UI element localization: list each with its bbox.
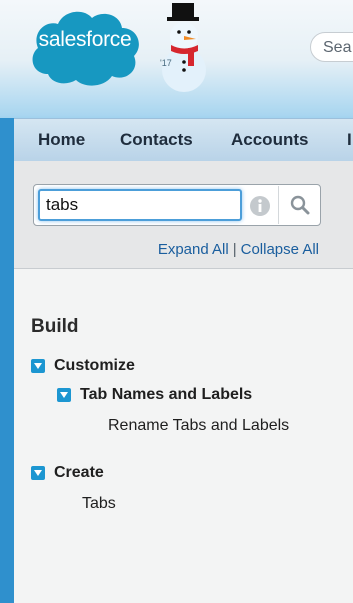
search-button[interactable] xyxy=(278,186,320,224)
tree-node-label: Customize xyxy=(54,357,135,374)
info-icon[interactable] xyxy=(249,195,271,217)
link-separator: | xyxy=(232,241,237,258)
tree-node-customize[interactable]: Customize xyxy=(31,357,135,375)
tree-node-tab-names-and-labels[interactable]: Tab Names and Labels xyxy=(57,386,252,404)
snowman-year: '17 xyxy=(160,58,172,68)
snowman-mascot: '17 xyxy=(160,3,206,92)
tree-node-create[interactable]: Create xyxy=(31,464,104,482)
expand-collapse-links: Expand All | Collapse All xyxy=(14,241,319,258)
tab-bar: Home Contacts Accounts I xyxy=(14,118,353,162)
search-icon xyxy=(290,195,310,215)
tree-leaf-tabs[interactable]: Tabs xyxy=(82,495,116,513)
section-title-build: Build xyxy=(31,316,79,337)
quick-find-input[interactable] xyxy=(38,189,242,221)
tab-home[interactable]: Home xyxy=(38,130,85,150)
tab-contacts[interactable]: Contacts xyxy=(120,130,193,150)
logo-text: salesforce xyxy=(38,28,132,51)
collapse-toggle-icon[interactable] xyxy=(31,359,45,373)
tab-accounts[interactable]: Accounts xyxy=(231,130,308,150)
tree-node-label: Create xyxy=(54,464,104,481)
collapse-all-link[interactable]: Collapse All xyxy=(241,241,319,258)
collapse-toggle-icon[interactable] xyxy=(57,388,71,402)
tree-leaf-rename-tabs-and-labels[interactable]: Rename Tabs and Labels xyxy=(108,417,289,435)
tab-cut-off[interactable]: I xyxy=(347,130,352,150)
expand-all-link[interactable]: Expand All xyxy=(158,241,229,258)
collapse-toggle-icon[interactable] xyxy=(31,466,45,480)
global-search-input[interactable]: Sea xyxy=(310,32,353,62)
tree-node-label: Tab Names and Labels xyxy=(80,386,253,403)
header: salesforce '17 Sea xyxy=(0,0,353,118)
